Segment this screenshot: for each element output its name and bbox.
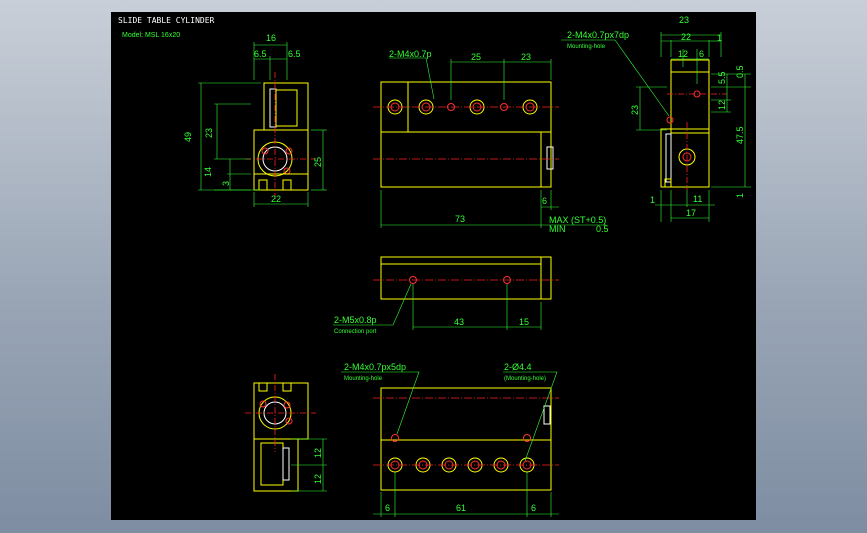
dim-right-1c: 1 — [650, 195, 655, 205]
dim-left-16: 16 — [266, 33, 276, 43]
top-callout: 2-M5x0.8p — [334, 315, 377, 325]
bottom-callout-right: 2-Ø4.4 — [504, 362, 532, 372]
dim-right-5-5: 5.5 — [717, 71, 727, 84]
dim-right-6: 6 — [699, 49, 704, 59]
bottom-callout-left: 2-M4x0.7px5dp — [344, 362, 406, 372]
dim-right-23: 23 — [679, 15, 689, 25]
dim-left-14: 14 — [203, 167, 213, 177]
front-callout: 2-M4x0.7p — [389, 49, 432, 59]
right-end-view — [660, 59, 710, 188]
bottom-view — [380, 387, 552, 491]
front-view-dimensions — [380, 57, 606, 228]
dim-left-22: 22 — [271, 194, 281, 204]
front-view-centerlines — [373, 106, 559, 160]
cad-viewport[interactable]: SLIDE TABLE CYLINDER Model: MSL 16x20 16… — [111, 12, 756, 520]
dim-top-15: 15 — [519, 317, 529, 327]
right-callout-sub: Mounting-hole — [567, 44, 606, 50]
dim-front-6: 6 — [542, 196, 547, 206]
dim-bl-12a: 12 — [313, 448, 323, 458]
dim-right-17: 17 — [686, 208, 696, 218]
dim-bottom-61: 61 — [456, 503, 466, 513]
min-label: MIN — [549, 224, 566, 234]
dim-front-23: 23 — [521, 52, 531, 62]
dim-right-22: 22 — [681, 32, 691, 42]
dim-left-23: 23 — [204, 128, 214, 138]
bottom-left-end-view — [253, 382, 309, 492]
dim-right-12: 12 — [678, 49, 688, 59]
drawing-title: SLIDE TABLE CYLINDER — [118, 16, 215, 25]
top-view — [380, 256, 552, 300]
bottom-view-centerlines — [373, 397, 559, 466]
dim-front-73: 73 — [455, 214, 465, 224]
dim-right-23v: 23 — [630, 105, 640, 115]
dim-bottom-6b: 6 — [531, 503, 536, 513]
dim-right-11: 11 — [693, 194, 702, 204]
dim-front-25: 25 — [471, 52, 481, 62]
left-end-view — [253, 82, 309, 191]
dim-right-47-5: 47.5 — [735, 126, 745, 144]
dim-left-25: 25 — [313, 157, 323, 167]
dim-bl-12b: 12 — [313, 474, 323, 484]
dim-left-3: 3 — [221, 181, 231, 186]
bottom-left-centerlines — [245, 374, 316, 452]
dim-right-1a: 1 — [717, 33, 722, 43]
bottom-callout-right-sub: (Mounting-hole) — [504, 376, 546, 382]
bottom-view-dimensions — [341, 371, 559, 517]
dim-left-6-5b: 6.5 — [288, 49, 301, 59]
dim-right-12v: 12 — [717, 100, 727, 110]
drawing-canvas: SLIDE TABLE CYLINDER Model: MSL 16x20 16… — [118, 15, 751, 517]
bottom-callout-left-sub: Mounting-hole — [344, 376, 383, 382]
dim-right-0-5: 0.5 — [735, 65, 745, 78]
dim-left-6-5a: 6.5 — [254, 49, 267, 59]
dim-left-49: 49 — [183, 132, 193, 142]
left-view-centerlines — [245, 72, 316, 200]
model-label: Model: MSL 16x20 — [122, 32, 180, 39]
dim-bottom-6a: 6 — [385, 503, 390, 513]
right-view-dimensions — [561, 32, 751, 222]
top-callout-sub: Connection port — [334, 329, 377, 335]
dim-right-1b: 1 — [735, 193, 745, 198]
right-callout: 2-M4x0.7px7dp — [567, 30, 629, 40]
dim-top-43: 43 — [454, 317, 464, 327]
min-value: 0.5 — [596, 224, 609, 234]
front-view — [380, 81, 554, 188]
